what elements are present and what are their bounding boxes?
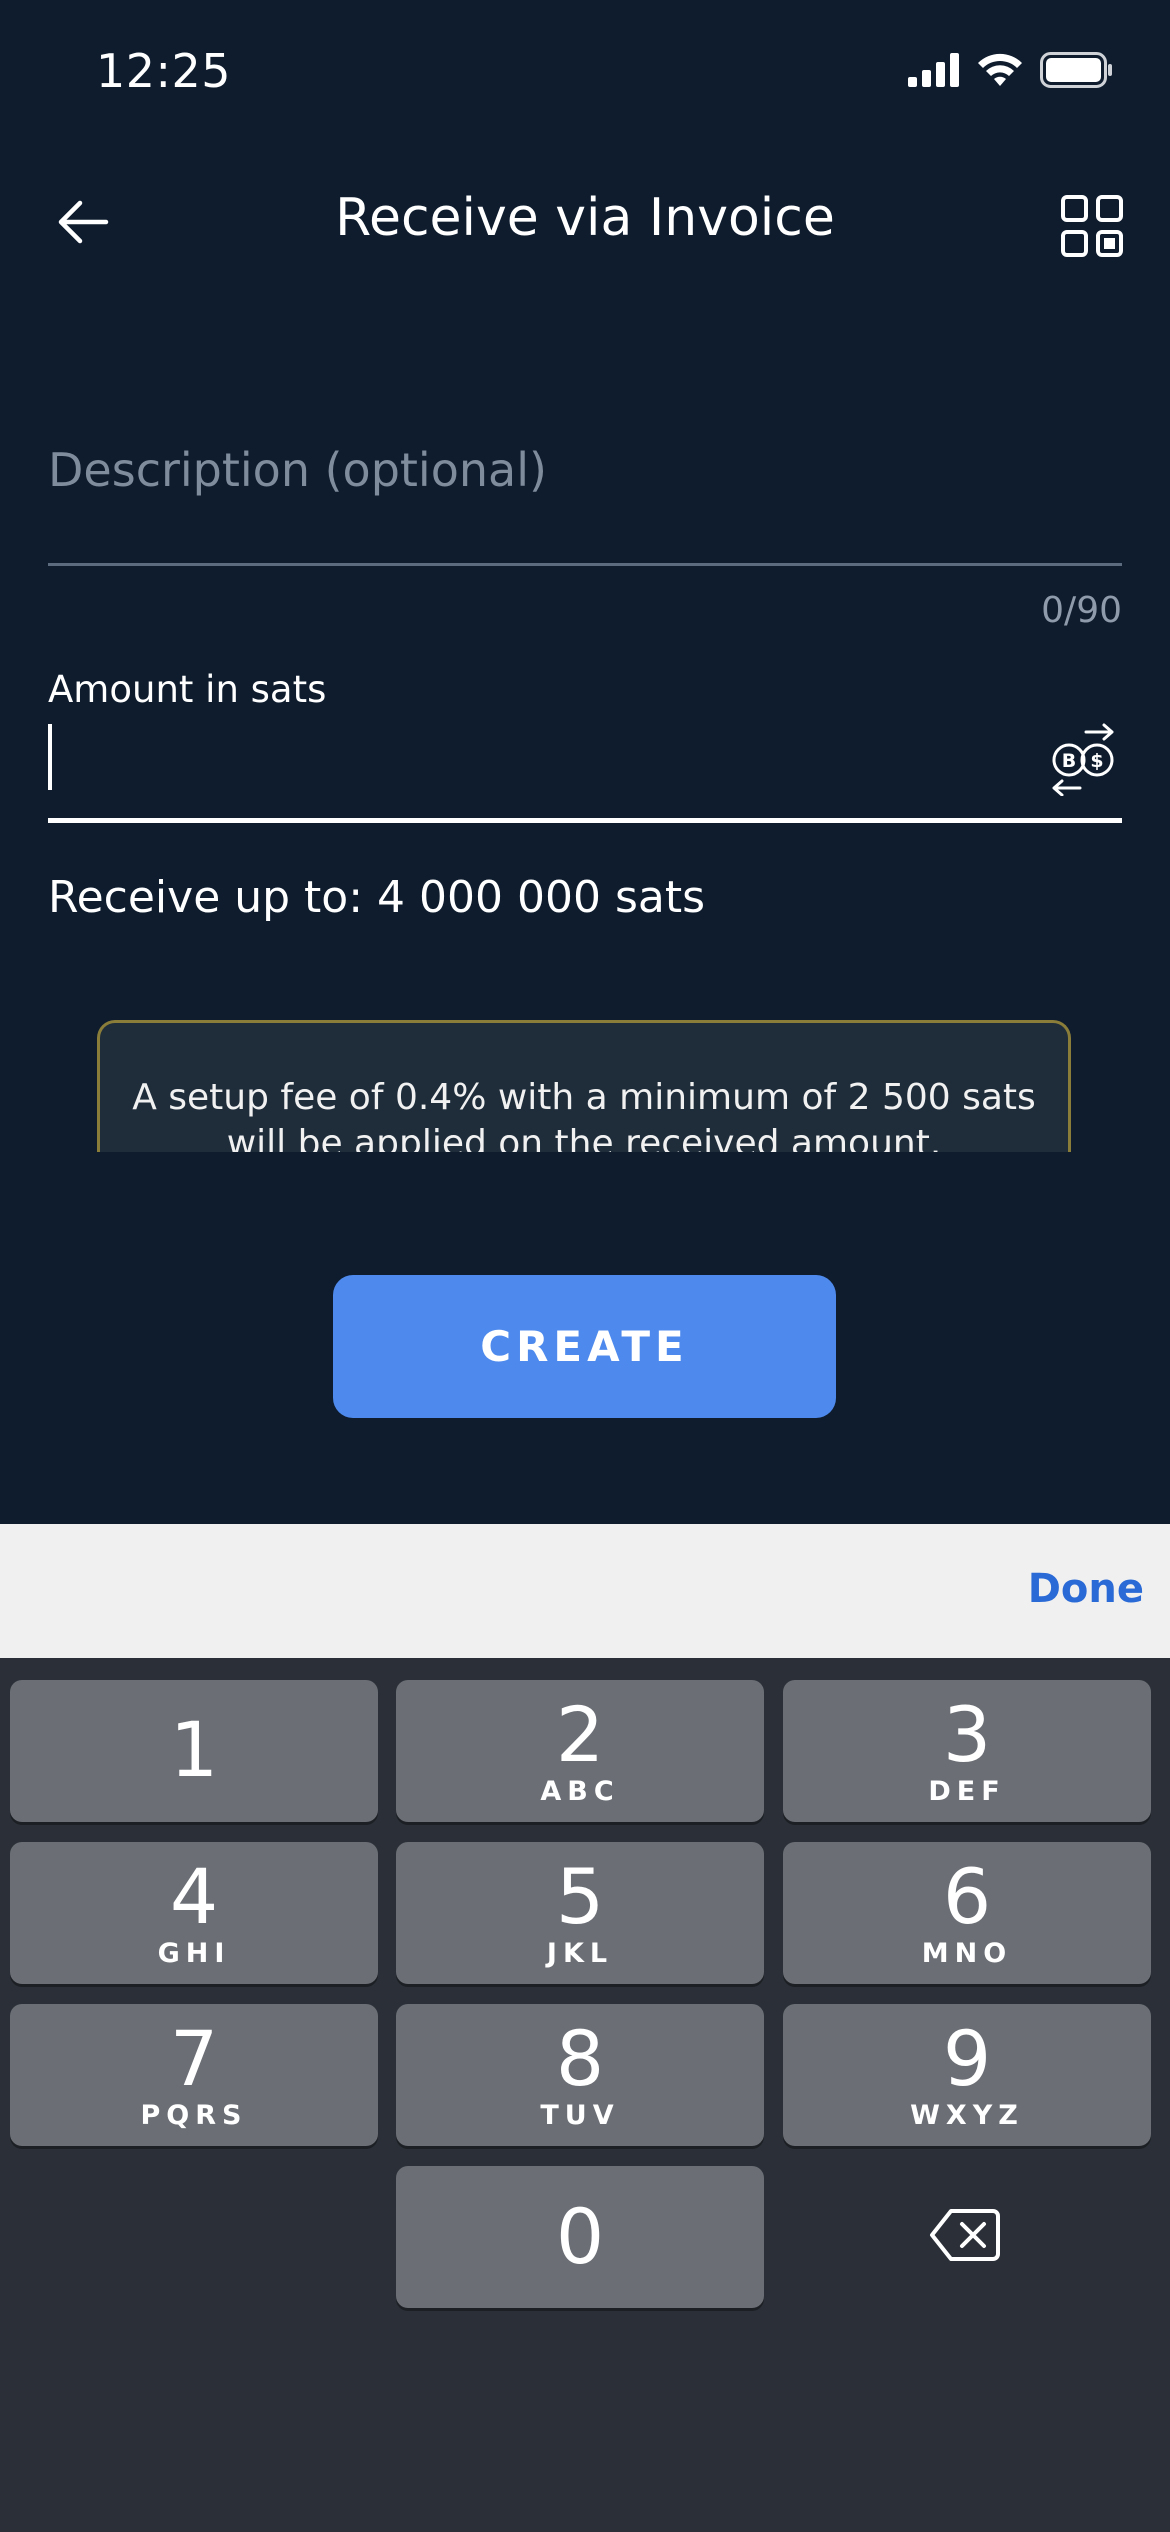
key-letters: MNO xyxy=(921,1937,1013,1969)
key-1[interactable]: 1 xyxy=(10,1680,378,1822)
key-0[interactable]: 0 xyxy=(396,2166,764,2308)
key-2[interactable]: 2 ABC xyxy=(396,1680,764,1822)
backspace-icon xyxy=(929,2207,1001,2267)
key-digit: 8 xyxy=(555,2013,605,2103)
text-caret xyxy=(48,724,52,790)
qr-scan-button[interactable] xyxy=(1060,194,1124,258)
fee-notice-text: A setup fee of 0.4% with a minimum of 2 … xyxy=(132,1077,1036,1152)
receive-limit-text: Receive up to: 4 000 000 sats xyxy=(48,872,706,923)
key-digit: 0 xyxy=(555,2192,605,2281)
keyboard-accessory-bar: Done xyxy=(0,1524,1170,1658)
key-7[interactable]: 7 PQRS xyxy=(10,2004,378,2146)
delete-key[interactable] xyxy=(900,2182,1030,2292)
create-button[interactable]: CREATE xyxy=(333,1275,836,1418)
key-digit: 2 xyxy=(555,1689,605,1779)
key-letters: JKL xyxy=(546,1937,614,1969)
description-underline xyxy=(48,563,1122,566)
key-digit: 4 xyxy=(169,1851,219,1941)
signal-icon xyxy=(908,53,960,91)
done-button[interactable]: Done xyxy=(1028,1566,1144,1612)
key-digit: 9 xyxy=(942,2013,992,2103)
key-digit: 6 xyxy=(942,1851,992,1941)
key-letters: ABC xyxy=(540,1775,620,1807)
amount-underline xyxy=(48,818,1122,823)
amount-input[interactable] xyxy=(56,722,1016,794)
description-counter: 0/90 xyxy=(1041,590,1122,631)
description-input[interactable] xyxy=(48,430,1122,510)
svg-text:$: $ xyxy=(1090,750,1103,772)
status-icons xyxy=(908,52,1114,92)
key-letters: WXYZ xyxy=(910,2099,1024,2131)
key-6[interactable]: 6 MNO xyxy=(783,1842,1151,1984)
page-title: Receive via Invoice xyxy=(335,188,835,248)
battery-icon xyxy=(1040,52,1114,92)
svg-text:B: B xyxy=(1062,750,1076,772)
key-letters: DEF xyxy=(928,1775,1006,1807)
key-letters: PQRS xyxy=(140,2099,248,2131)
amount-label: Amount in sats xyxy=(48,668,327,711)
status-time: 12:25 xyxy=(96,44,232,98)
key-digit: 1 xyxy=(169,1705,219,1794)
key-digit: 7 xyxy=(169,2013,219,2103)
key-4[interactable]: 4 GHI xyxy=(10,1842,378,1984)
key-digit: 5 xyxy=(555,1851,605,1941)
currency-toggle-button[interactable]: B $ xyxy=(1046,722,1120,797)
currency-swap-icon: B $ xyxy=(1046,723,1120,800)
key-8[interactable]: 8 TUV xyxy=(396,2004,764,2146)
wifi-icon xyxy=(976,52,1024,92)
key-5[interactable]: 5 JKL xyxy=(396,1842,764,1984)
key-9[interactable]: 9 WXYZ xyxy=(783,2004,1151,2146)
key-3[interactable]: 3 DEF xyxy=(783,1680,1151,1822)
key-letters: TUV xyxy=(540,2099,620,2131)
key-letters: GHI xyxy=(157,1937,231,1969)
qr-code-icon xyxy=(1060,195,1124,262)
fee-notice: A setup fee of 0.4% with a minimum of 2 … xyxy=(97,1020,1071,1152)
key-digit: 3 xyxy=(942,1689,992,1779)
